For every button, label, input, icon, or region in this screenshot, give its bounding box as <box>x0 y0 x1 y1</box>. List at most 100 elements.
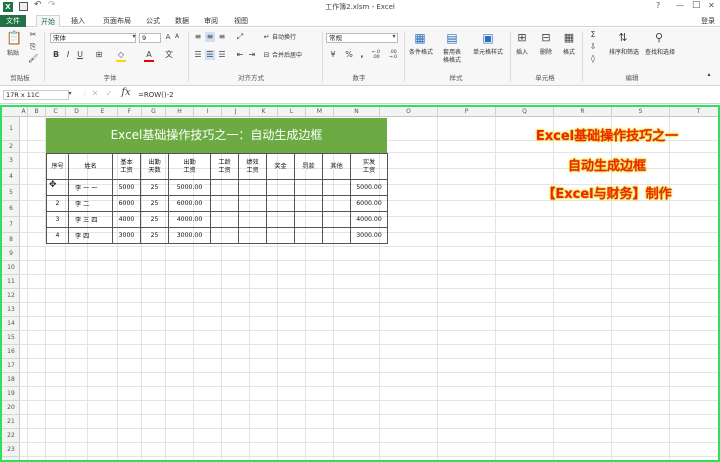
fill-color-icon[interactable]: ◇ <box>116 50 126 62</box>
table-cell[interactable]: 6000.00 <box>350 195 388 212</box>
table-cell[interactable] <box>266 211 295 228</box>
align-left-icon[interactable]: ☰ <box>193 50 203 60</box>
autosum-icon[interactable]: Σ <box>588 30 598 40</box>
currency-icon[interactable]: ¥ <box>328 50 338 60</box>
fill-icon[interactable]: ⇩ <box>588 42 598 52</box>
table-cell[interactable]: 5000.00 <box>350 179 388 196</box>
table-cell[interactable]: 6000.00 <box>168 195 211 212</box>
decrease-decimal-button[interactable]: .00 →.0 <box>385 50 401 60</box>
find-select-button[interactable]: 查找和选择 <box>640 49 680 57</box>
table-cell[interactable] <box>238 179 267 196</box>
column-header-c[interactable]: C <box>46 107 66 117</box>
column-header-k[interactable]: K <box>250 107 278 117</box>
grow-font-icon[interactable]: A <box>164 32 172 42</box>
cut-icon[interactable]: ✂ <box>28 30 38 40</box>
align-middle-icon[interactable]: ≡ <box>205 32 215 42</box>
comma-style-icon[interactable]: , <box>358 50 366 60</box>
clear-icon[interactable]: ◊ <box>588 54 598 64</box>
table-cell[interactable] <box>266 179 295 196</box>
row-header-22[interactable]: 22 <box>2 429 20 443</box>
help-icon[interactable]: ? <box>656 1 660 10</box>
wrap-text-button[interactable]: 自动换行 <box>272 34 306 42</box>
font-color-icon[interactable]: A <box>144 50 154 62</box>
maximize-button[interactable]: □ <box>692 0 701 10</box>
tab-page-layout[interactable]: 页面布局 <box>97 15 137 27</box>
column-header-a[interactable]: A <box>20 107 28 117</box>
italic-icon[interactable]: I <box>64 50 72 60</box>
bold-icon[interactable]: B <box>52 50 60 60</box>
borders-icon[interactable]: ⊞ <box>94 50 104 60</box>
conditional-format-icon[interactable]: ▦ <box>412 31 428 45</box>
sort-filter-icon[interactable]: ⇅ <box>616 31 630 45</box>
table-header-cell[interactable]: 实发 工资 <box>350 153 388 180</box>
increase-indent-icon[interactable]: ⇥ <box>247 50 257 60</box>
table-header-cell[interactable]: 其他 <box>322 153 351 180</box>
chevron-down-icon[interactable]: ▾ <box>130 32 138 42</box>
table-cell[interactable]: 25 <box>140 195 169 212</box>
table-cell[interactable]: 4000.00 <box>168 211 211 228</box>
table-cell[interactable] <box>238 211 267 228</box>
format-painter-icon[interactable]: 🖌 <box>28 54 38 64</box>
save-icon[interactable] <box>19 2 28 11</box>
table-cell[interactable] <box>322 227 351 244</box>
row-header-17[interactable]: 17 <box>2 359 20 373</box>
row-header-19[interactable]: 19 <box>2 387 20 401</box>
row-header-18[interactable]: 18 <box>2 373 20 387</box>
name-box[interactable]: 17R x 11C <box>3 90 69 100</box>
table-cell[interactable]: 25 <box>140 179 169 196</box>
align-top-icon[interactable]: ≡ <box>193 32 203 42</box>
row-header-1[interactable]: 1 <box>2 117 20 141</box>
table-cell[interactable]: 李 四 <box>68 227 113 244</box>
row-header-14[interactable]: 14 <box>2 317 20 331</box>
tab-insert[interactable]: 插入 <box>66 15 90 27</box>
delete-cells-icon[interactable]: ⊟ <box>539 31 553 45</box>
merge-icon[interactable]: ⊟ <box>262 50 271 60</box>
merge-center-button[interactable]: 合并后居中 <box>272 52 314 60</box>
banner-title[interactable]: Excel基础操作技巧之一：自动生成边框 <box>46 118 387 153</box>
copy-icon[interactable]: ⎘ <box>28 42 38 52</box>
table-cell[interactable] <box>322 211 351 228</box>
table-cell[interactable] <box>238 195 267 212</box>
undo-icon[interactable]: ↶ <box>34 0 42 10</box>
row-header-12[interactable]: 12 <box>2 289 20 303</box>
shrink-font-icon[interactable]: A <box>173 32 181 42</box>
row-header-7[interactable]: 7 <box>2 217 20 233</box>
table-cell[interactable] <box>294 195 323 212</box>
format-button[interactable]: 格式 <box>559 49 579 57</box>
column-header-p[interactable]: P <box>438 107 496 117</box>
redo-icon[interactable]: ↷ <box>48 0 56 10</box>
tab-formulas[interactable]: 公式 <box>141 15 165 27</box>
tab-view[interactable]: 视图 <box>229 15 253 27</box>
close-button[interactable]: ✕ <box>708 1 715 10</box>
table-cell[interactable] <box>210 179 239 196</box>
enter-icon[interactable]: ✓ <box>104 89 114 99</box>
column-header-t[interactable]: T <box>670 107 718 117</box>
column-header-e[interactable]: E <box>88 107 118 117</box>
font-name-box[interactable]: 宋体 <box>50 33 136 43</box>
minimize-button[interactable]: — <box>676 1 684 10</box>
align-center-icon[interactable]: ☰ <box>205 50 215 60</box>
table-cell[interactable] <box>210 195 239 212</box>
sign-in-link[interactable]: 登录 <box>698 15 718 27</box>
table-header-cell[interactable]: 序号 <box>46 153 69 180</box>
table-cell[interactable] <box>294 179 323 196</box>
column-header-h[interactable]: H <box>166 107 194 117</box>
delete-button[interactable]: 删除 <box>536 49 556 57</box>
table-cell[interactable]: 25 <box>140 211 169 228</box>
format-as-table-icon[interactable]: ▤ <box>444 31 460 45</box>
column-header-f[interactable]: F <box>118 107 142 117</box>
row-header-24[interactable]: 24 <box>2 457 20 460</box>
font-size-box[interactable]: 9 <box>139 33 161 43</box>
column-header-q[interactable]: Q <box>496 107 554 117</box>
column-header-d[interactable]: D <box>66 107 88 117</box>
table-cell[interactable] <box>294 227 323 244</box>
table-cell[interactable] <box>322 195 351 212</box>
table-cell[interactable] <box>294 211 323 228</box>
row-header-6[interactable]: 6 <box>2 201 20 217</box>
table-cell[interactable] <box>266 195 295 212</box>
collapse-ribbon-icon[interactable]: ▴ <box>704 70 714 80</box>
column-header-b[interactable]: B <box>28 107 46 117</box>
format-cells-icon[interactable]: ▦ <box>562 31 576 45</box>
wrap-text-icon[interactable]: ↵ <box>262 32 271 42</box>
column-header-g[interactable]: G <box>142 107 166 117</box>
